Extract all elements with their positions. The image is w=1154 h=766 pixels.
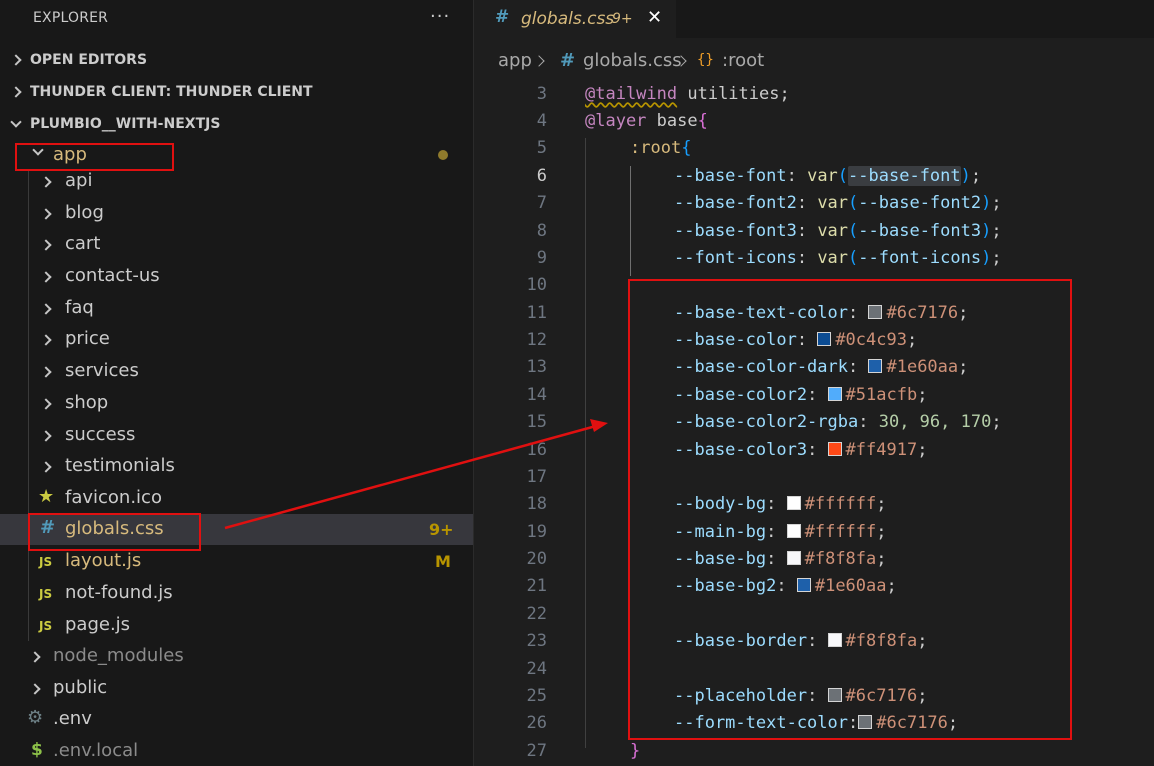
annotation-arrow: [224, 419, 608, 530]
arrow-head: [590, 419, 608, 432]
arrow-line: [224, 424, 597, 530]
